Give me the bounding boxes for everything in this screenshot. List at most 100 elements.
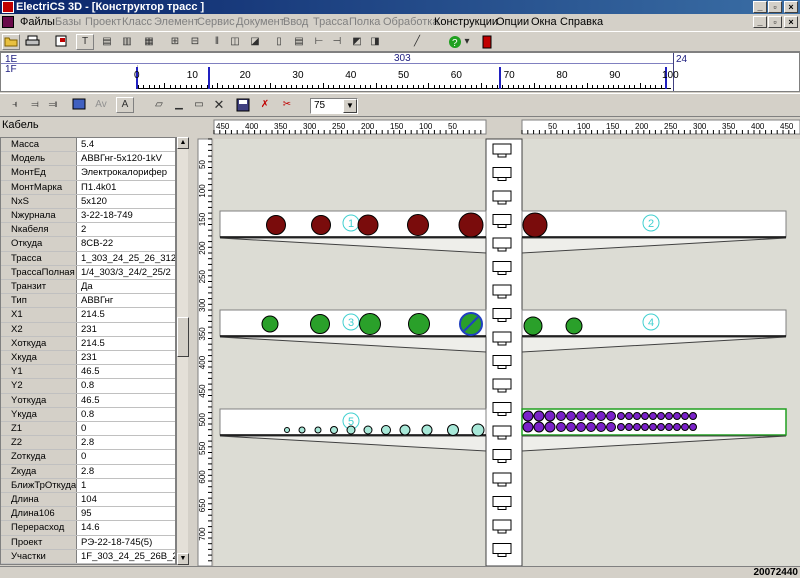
property-row[interactable]: Z1 0 <box>1 422 175 437</box>
cable[interactable] <box>641 423 649 431</box>
property-row[interactable]: Y1 46.5 <box>1 365 175 380</box>
menu-item-6[interactable]: Документ <box>236 16 285 28</box>
property-row[interactable]: Проект РЭ-22-18-745(5) <box>1 535 175 550</box>
property-value[interactable]: РЭ-22-18-745(5) <box>79 536 175 549</box>
property-value[interactable]: 95 <box>79 507 175 520</box>
property-value[interactable]: Электрокалорифер <box>79 166 175 179</box>
minimize-button[interactable]: _ <box>753 1 767 13</box>
property-value[interactable]: 0 <box>79 422 175 435</box>
cable[interactable] <box>673 412 681 420</box>
cable[interactable] <box>408 313 430 335</box>
save-icon[interactable] <box>234 97 252 113</box>
help-dropdown-icon[interactable]: ▾ <box>462 34 472 50</box>
cable[interactable] <box>284 427 290 433</box>
property-value[interactable]: 5х120 <box>79 195 175 208</box>
property-row[interactable]: Zкуда 2.8 <box>1 464 175 479</box>
cable[interactable] <box>617 412 625 420</box>
property-value[interactable]: 104 <box>79 493 175 506</box>
cable[interactable] <box>556 422 566 432</box>
layers-icon[interactable]: ▦ <box>140 34 158 50</box>
tray-icon[interactable]: ⊢ <box>310 34 328 50</box>
cable[interactable] <box>407 214 429 236</box>
cable[interactable] <box>522 410 534 422</box>
menu-item-1[interactable]: Базы <box>55 16 81 28</box>
property-value[interactable]: 2.8 <box>79 465 175 478</box>
cable[interactable] <box>665 423 673 431</box>
property-value[interactable]: 3-22-18-749 <box>79 209 175 222</box>
cable[interactable] <box>689 412 697 420</box>
cable[interactable] <box>625 423 633 431</box>
open-icon[interactable] <box>2 34 20 50</box>
property-value[interactable]: 2.8 <box>79 436 175 449</box>
property-row[interactable]: Модель АВВГнг-5х120-1kV <box>1 152 175 167</box>
cable[interactable] <box>657 423 665 431</box>
shape3-icon[interactable]: ▭ <box>190 97 208 113</box>
shape1-icon[interactable]: ▱ <box>150 97 168 113</box>
property-row[interactable]: Xоткуда 214.5 <box>1 336 175 351</box>
tray-constructor-canvas[interactable]: 450 400 350 300 250 200 150 100 50 50 100 150 200 250… <box>196 117 800 568</box>
property-row[interactable]: МонтЕд Электрокалорифер <box>1 166 175 181</box>
cable[interactable] <box>566 411 576 421</box>
menu-item-4[interactable]: Элемент <box>154 16 199 28</box>
cable[interactable] <box>533 421 545 433</box>
property-row[interactable]: Перерасход 14.6 <box>1 521 175 536</box>
property-value[interactable]: 1F_303_24_25_26В_26А <box>79 550 175 563</box>
property-value[interactable]: 231 <box>79 351 175 364</box>
menu-item-2[interactable]: Проект <box>85 16 121 28</box>
property-value[interactable]: Да <box>79 280 175 293</box>
cable[interactable] <box>649 412 657 420</box>
property-row[interactable]: Тип АВВГнг <box>1 294 175 309</box>
property-value[interactable]: 0.8 <box>79 379 175 392</box>
align-center-icon[interactable]: ⫤ <box>26 97 44 113</box>
property-row[interactable]: Масса 5.4 <box>1 138 175 153</box>
cut-cable-icon[interactable]: ✂ <box>278 97 296 113</box>
tray-drawing[interactable]: 450 400 350 300 250 200 150 100 50 50 100 150 200 250… <box>196 117 800 568</box>
label-icon[interactable]: A <box>116 97 134 113</box>
cable[interactable] <box>606 411 616 421</box>
property-value[interactable]: 1_303_24_25_26_312_1 <box>79 252 175 265</box>
preview-icon[interactable] <box>52 34 70 50</box>
property-value[interactable]: 2 <box>79 223 175 236</box>
property-row[interactable]: ТрассаПолная 1/4_303/3_24/2_25/2 <box>1 265 175 280</box>
property-value[interactable]: 0 <box>79 450 175 463</box>
cable[interactable] <box>556 411 566 421</box>
cable[interactable] <box>447 424 459 436</box>
property-row[interactable]: Zоткуда 0 <box>1 450 175 465</box>
cable[interactable] <box>399 424 411 436</box>
property-value[interactable]: 0.8 <box>79 408 175 421</box>
cable[interactable] <box>544 410 556 422</box>
cable[interactable] <box>266 215 286 235</box>
cable[interactable] <box>359 313 381 335</box>
line-tool-icon[interactable]: ╱ <box>408 34 426 50</box>
central-post[interactable] <box>485 138 523 567</box>
cable[interactable] <box>346 425 356 435</box>
cable[interactable] <box>298 426 306 434</box>
menu-item-5[interactable]: Сервис <box>197 16 235 28</box>
property-value[interactable]: АВВГнг <box>79 294 175 307</box>
property-value[interactable]: 46.5 <box>79 394 175 407</box>
zoom-select[interactable]: 75 ▼ <box>310 98 358 114</box>
cable[interactable] <box>681 412 689 420</box>
route-tool-icon[interactable]: ◫ <box>226 34 244 50</box>
restore-button[interactable]: ▫ <box>768 1 782 13</box>
property-row[interactable]: Xкуда 231 <box>1 351 175 366</box>
property-row[interactable]: Длина106 95 <box>1 507 175 522</box>
print-icon[interactable] <box>24 34 42 50</box>
cable[interactable] <box>310 314 330 334</box>
menu-item-9[interactable]: Полка <box>349 16 380 28</box>
font-icon[interactable]: Av <box>92 97 110 113</box>
cable[interactable] <box>533 410 545 422</box>
scroll-thumb[interactable] <box>177 317 189 357</box>
sheet-icon[interactable]: ▯ <box>270 34 288 50</box>
cable[interactable] <box>522 212 548 238</box>
menu-item-3[interactable]: Класс <box>122 16 152 28</box>
property-value[interactable]: 14.6 <box>79 521 175 534</box>
chevron-down-icon[interactable]: ▼ <box>343 99 357 113</box>
cable[interactable] <box>261 315 279 333</box>
cable[interactable] <box>471 423 485 437</box>
shape2-icon[interactable]: ▁ <box>170 97 188 113</box>
property-value[interactable]: 1 <box>79 479 175 492</box>
property-row[interactable]: Nжурнала 3-22-18-749 <box>1 209 175 224</box>
menu-item-12[interactable]: Опции <box>496 16 529 28</box>
property-row[interactable]: Z2 2.8 <box>1 436 175 451</box>
